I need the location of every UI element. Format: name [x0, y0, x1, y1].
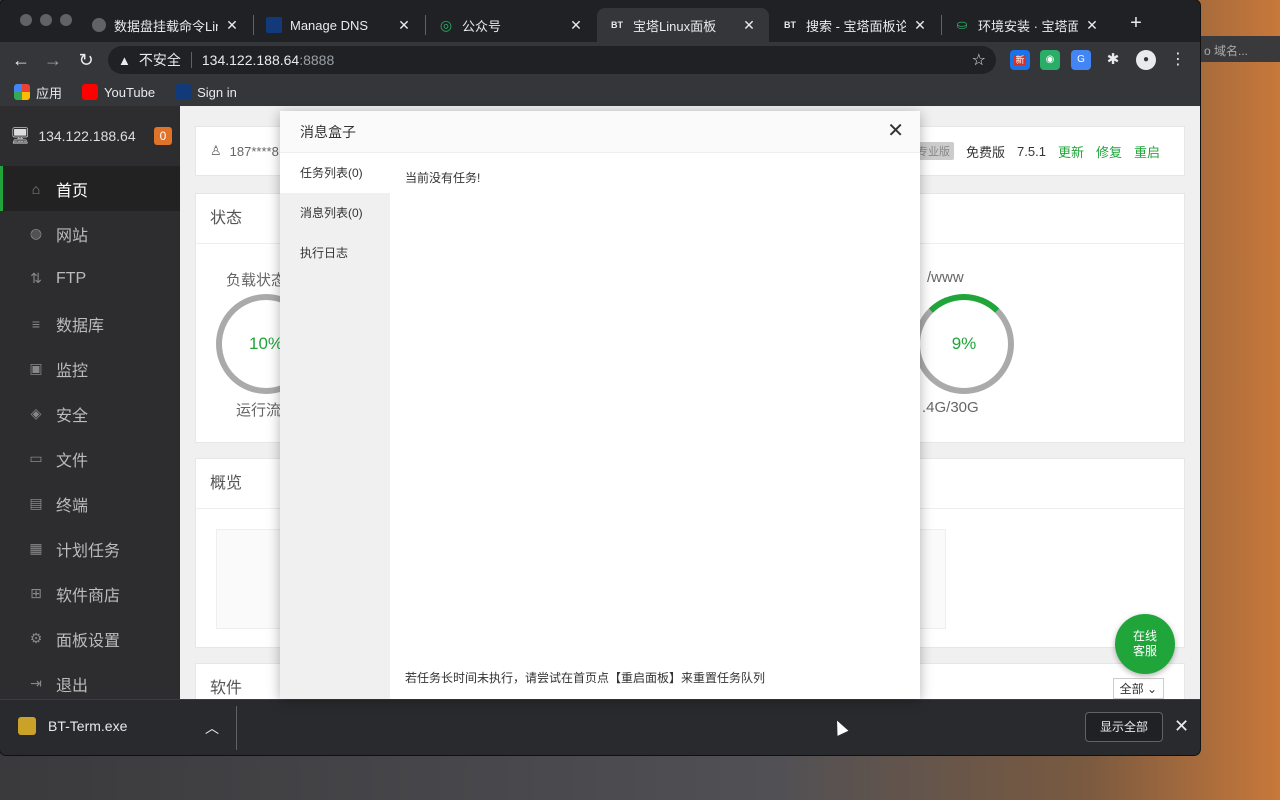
tab-3[interactable]: ◎ 公众号 ✕ — [426, 8, 596, 42]
tab-2[interactable]: Manage DNS ✕ — [254, 8, 424, 42]
sidebar-item-website[interactable]: ◍ 网站 — [0, 211, 180, 256]
sidebar-item-files[interactable]: ▭ 文件 — [0, 436, 180, 481]
background-window: o 域名... — [1200, 36, 1280, 62]
logout-icon: ⇥ — [30, 675, 42, 691]
sidebar-item-monitor[interactable]: ▣ 监控 — [0, 346, 180, 391]
profile-icon[interactable]: ● — [1136, 50, 1156, 70]
sidebar-item-database[interactable]: ≡ 数据库 — [0, 301, 180, 346]
forward-icon[interactable]: → — [42, 49, 64, 71]
message-box-dialog: 消息盒子 ✕ 任务列表(0) 消息列表(0) 执行日志 当前没有任务! 若任务长… — [280, 111, 920, 699]
reload-icon[interactable]: ↻ — [75, 49, 97, 71]
grid-icon: ⊞ — [30, 585, 42, 601]
software-filter-select[interactable]: 全部 ⌄ — [1112, 678, 1164, 699]
sidebar-item-ftp[interactable]: ⇅ FTP — [0, 256, 180, 301]
translate-icon[interactable]: G — [1071, 50, 1091, 70]
close-tab-icon[interactable]: ✕ — [741, 17, 757, 34]
repair-link[interactable]: 修复 — [1096, 142, 1122, 161]
bookmark-apps[interactable]: 应用 — [14, 83, 62, 102]
toolbar: ← → ↻ ▲ 不安全 134.122.188.64:8888 ☆ 新 ◉ G … — [0, 42, 1200, 78]
bt-icon: BT — [611, 20, 623, 30]
bt-icon: BT — [784, 20, 796, 30]
terminal-icon: ▤ — [29, 495, 43, 511]
close-tab-icon[interactable]: ✕ — [568, 17, 584, 34]
youtube-icon — [82, 84, 99, 100]
tab-message-list[interactable]: 消息列表(0) — [280, 193, 390, 233]
dialog-footer-note: 若任务长时间未执行，请尝试在首页点【重启面板】来重置任务队列 — [405, 671, 766, 685]
new-tab-button[interactable]: + — [1126, 12, 1146, 35]
back-icon[interactable]: ← — [10, 49, 32, 71]
tab-5[interactable]: BT 搜索 - 宝塔面板论坛✕ — [770, 8, 940, 42]
folder-icon: ▭ — [29, 450, 43, 466]
green-icon: ⛀ — [956, 17, 968, 32]
dns-icon — [266, 17, 282, 33]
download-item[interactable]: BT-Term.exe — [18, 717, 127, 735]
bookmark-star-icon[interactable]: ☆ — [972, 50, 986, 70]
download-bar: BT-Term.exe ︿ 显示全部 ✕ — [0, 699, 1200, 755]
tab-task-list[interactable]: 任务列表(0) — [280, 153, 390, 193]
close-window-button[interactable] — [20, 14, 32, 26]
close-icon[interactable]: ✕ — [887, 121, 904, 141]
ftp-icon: ⇅ — [30, 270, 42, 286]
close-tab-icon[interactable]: ✕ — [912, 17, 928, 34]
show-all-button[interactable]: 显示全部 — [1085, 712, 1163, 742]
online-support-button[interactable]: 在线 客服 — [1115, 614, 1175, 674]
close-tab-icon[interactable]: ✕ — [1084, 17, 1100, 34]
shield-icon: ◈ — [30, 405, 42, 421]
tab-exec-log[interactable]: 执行日志 — [280, 233, 390, 273]
version-bar: 专业版 免费版 7.5.1 更新 修复 重启 — [913, 142, 1160, 161]
sidebar-item-cron[interactable]: ▦ 计划任务 — [0, 526, 180, 571]
tab-4[interactable]: BT 宝塔Linux面板 ✕ — [597, 8, 769, 42]
wechat-icon: ◎ — [439, 16, 453, 33]
restart-link[interactable]: 重启 — [1134, 142, 1160, 161]
warning-icon: ▲ — [118, 52, 131, 68]
notification-badge[interactable]: 0 — [154, 127, 172, 145]
extension-new-icon[interactable]: 新 — [1010, 50, 1030, 70]
bookmark-youtube[interactable]: YouTube — [82, 84, 155, 100]
sidebar-item-logout[interactable]: ⇥ 退出 — [0, 661, 180, 699]
sidebar-header: 🖥 134.122.188.64 0 — [0, 106, 180, 166]
maximize-window-button[interactable] — [60, 14, 72, 26]
minimize-window-button[interactable] — [40, 14, 52, 26]
bookmarks-bar: 应用 YouTube Sign in — [0, 78, 1200, 106]
monitor-icon: 🖥 — [10, 128, 31, 145]
update-link[interactable]: 更新 — [1058, 142, 1084, 161]
close-tab-icon[interactable]: ✕ — [224, 17, 240, 34]
tab-6[interactable]: ⛀ 环境安装 · 宝塔面板✕ — [942, 8, 1112, 42]
user-icon: ♙ — [210, 143, 222, 158]
close-downloads-icon[interactable]: ✕ — [1174, 716, 1189, 737]
apps-grid-icon — [14, 84, 30, 100]
sidebar-item-terminal[interactable]: ▤ 终端 — [0, 481, 180, 526]
sidebar-item-store[interactable]: ⊞ 软件商店 — [0, 571, 180, 616]
globe-icon: ◍ — [29, 225, 43, 241]
calendar-icon: ▦ — [29, 540, 43, 556]
database-icon: ≡ — [31, 315, 41, 332]
wechat-extension-icon[interactable]: ◉ — [1040, 50, 1060, 70]
window-controls — [20, 14, 72, 26]
puzzle-icon[interactable]: ✱ — [1103, 50, 1123, 70]
globe-icon — [92, 18, 106, 32]
address-bar[interactable]: ▲ 不安全 134.122.188.64:8888 ☆ — [108, 46, 996, 74]
sidebar-item-settings[interactable]: ⚙ 面板设置 — [0, 616, 180, 661]
file-icon — [18, 717, 36, 735]
sidebar-item-security[interactable]: ◈ 安全 — [0, 391, 180, 436]
dialog-title: 消息盒子 — [280, 111, 920, 153]
dialog-tabs: 任务列表(0) 消息列表(0) 执行日志 — [280, 153, 390, 699]
chevron-up-icon[interactable]: ︿ — [205, 718, 219, 738]
close-tab-icon[interactable]: ✕ — [396, 17, 412, 34]
sidebar: 🖥 134.122.188.64 0 ⌂ 首页 ◍ 网站 ⇅ FTP ≡ 数据库 ▣ 监控… — [0, 106, 180, 699]
menu-icon[interactable]: ⋮ — [1168, 50, 1188, 70]
disk-gauge: 9% — [914, 294, 1014, 394]
gear-icon: ⚙ — [29, 630, 43, 646]
tab-1[interactable]: 数据盘挂载命令Linu✕ — [80, 8, 252, 42]
bookmark-signin[interactable]: Sign in — [175, 84, 237, 100]
dialog-body: 当前没有任务! — [405, 171, 481, 185]
home-icon: ⌂ — [31, 180, 41, 197]
monitor-icon: ▣ — [29, 360, 43, 376]
tab-strip: 数据盘挂载命令Linu✕ Manage DNS✕ ◎ 公众号✕ BT 宝塔Lin… — [0, 0, 1200, 42]
sidebar-item-home[interactable]: ⌂ 首页 — [0, 166, 180, 211]
signin-icon — [175, 84, 192, 100]
